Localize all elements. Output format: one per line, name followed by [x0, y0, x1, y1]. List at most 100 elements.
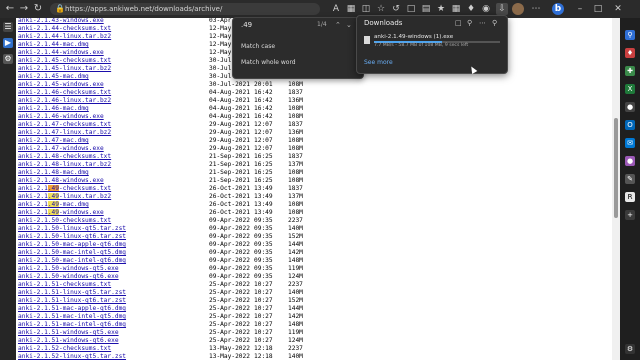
- open-folder-icon[interactable]: □: [455, 19, 462, 27]
- file-link[interactable]: anki-2.1.50-checksums.txt: [18, 217, 111, 225]
- file-link[interactable]: anki-2.1.45-mac.dmg: [18, 73, 89, 81]
- file-link[interactable]: anki-2.1.50-mac-intel-qt5.dmg: [18, 249, 126, 257]
- file-link[interactable]: anki-2.1.45-checksums.txt: [18, 57, 111, 65]
- favorite-star-icon[interactable]: ☆: [375, 3, 387, 15]
- tab-anki-icon[interactable]: ▶: [3, 38, 13, 48]
- file-link[interactable]: anki-2.1.52-linux-qt5.tar.zst: [18, 353, 126, 360]
- back-icon[interactable]: ←: [4, 3, 16, 15]
- file-link[interactable]: anki-2.1.48-linux.tar.bz2: [18, 161, 111, 169]
- file-link[interactable]: anki-2.1.43-windows.exe: [18, 18, 104, 25]
- find-previous-icon[interactable]: ⌃: [335, 21, 341, 29]
- file-link[interactable]: anki-2.1.49-mac.dmg: [18, 201, 89, 209]
- file-link[interactable]: anki-2.1.48-windows.exe: [18, 177, 104, 185]
- extension-icon[interactable]: ♦: [465, 3, 477, 15]
- file-link[interactable]: anki-2.1.51-linux-qt5.tar.zst: [18, 289, 126, 297]
- file-link[interactable]: anki-2.1.47-checksums.txt: [18, 121, 111, 129]
- file-row: anki-2.1.50-mac-apple-qt6.dmg 09-Apr-2022…: [16, 241, 612, 249]
- office-icon[interactable]: O: [625, 120, 635, 130]
- file-link[interactable]: anki-2.1.50-mac-intel-qt6.dmg: [18, 257, 126, 265]
- file-link[interactable]: anki-2.1.49-windows.exe: [18, 209, 104, 217]
- tab-strip-toggle-icon[interactable]: ☰: [3, 22, 13, 32]
- sidebar-settings-icon[interactable]: ⚙: [625, 344, 635, 354]
- file-link[interactable]: anki-2.1.51-mac-intel-qt5.dmg: [18, 313, 126, 321]
- collections-folder-icon[interactable]: ▦: [450, 3, 462, 15]
- file-link[interactable]: anki-2.1.52-checksums.txt: [18, 345, 111, 353]
- file-link[interactable]: anki-2.1.49-checksums.txt: [18, 185, 111, 193]
- file-link[interactable]: anki-2.1.48-mac.dmg: [18, 169, 89, 177]
- find-next-icon[interactable]: ⌄: [346, 21, 352, 29]
- file-link[interactable]: anki-2.1.51-checksums.txt: [18, 281, 111, 289]
- close-icon[interactable]: ✕: [612, 3, 624, 15]
- add-app-icon[interactable]: +: [625, 210, 635, 220]
- shopping-icon[interactable]: ♦: [625, 48, 635, 58]
- refresh-ext-icon[interactable]: ↺: [390, 3, 402, 15]
- maximize-icon[interactable]: □: [592, 3, 604, 15]
- search-icon[interactable]: ⚲: [625, 30, 635, 40]
- downloads-icon[interactable]: ⇩: [496, 3, 508, 15]
- file-link[interactable]: anki-2.1.44-checksums.txt: [18, 25, 111, 33]
- download-file-name[interactable]: anki-2.1.49-windows (1).exe: [374, 34, 453, 40]
- file-size: 1837: [288, 121, 303, 128]
- file-link[interactable]: anki-2.1.47-windows.exe: [18, 145, 104, 153]
- notes-icon[interactable]: ✎: [625, 174, 635, 184]
- see-more-link[interactable]: See more: [364, 59, 393, 66]
- file-link[interactable]: anki-2.1.51-linux-qt6.tar.zst: [18, 297, 126, 305]
- split-screen-icon[interactable]: ◫: [360, 3, 372, 15]
- file-link[interactable]: anki-2.1.47-mac.dmg: [18, 137, 89, 145]
- file-link[interactable]: anki-2.1.50-mac-apple-qt6.dmg: [18, 241, 126, 249]
- file-link[interactable]: anki-2.1.50-linux-qt6.tar.zst: [18, 233, 126, 241]
- outlook-icon[interactable]: ✉: [625, 138, 635, 148]
- file-link[interactable]: anki-2.1.46-checksums.txt: [18, 89, 111, 97]
- find-input[interactable]: .49: [241, 21, 252, 29]
- favorites-icon[interactable]: ★: [435, 3, 447, 15]
- file-link[interactable]: anki-2.1.49-linux.tar.bz2: [18, 193, 111, 201]
- more-options-icon[interactable]: ⋯: [479, 19, 486, 27]
- downloads-panel: Downloads □ ⚲ ⋯ ⚲ anki-2.1.49-windows (1…: [356, 15, 508, 74]
- file-link[interactable]: anki-2.1.51-windows-qt6.exe: [18, 337, 119, 345]
- scrollbar-thumb[interactable]: [614, 118, 618, 218]
- drop-icon[interactable]: ●: [625, 156, 635, 166]
- file-date: 26-Oct-2021: [209, 185, 250, 192]
- file-link[interactable]: anki-2.1.48-checksums.txt: [18, 153, 111, 161]
- file-link[interactable]: anki-2.1.46-mac.dmg: [18, 105, 89, 113]
- file-link[interactable]: anki-2.1.44-windows.exe: [18, 49, 104, 57]
- pin-icon[interactable]: ⚲: [492, 19, 497, 27]
- file-link[interactable]: anki-2.1.44-mac.dmg: [18, 41, 89, 49]
- forward-icon[interactable]: →: [18, 3, 30, 15]
- file-link[interactable]: anki-2.1.45-linux.tar.bz2: [18, 65, 111, 73]
- file-link[interactable]: anki-2.1.50-linux-qt5.tar.zst: [18, 225, 126, 233]
- file-link[interactable]: anki-2.1.50-windows-qt5.exe: [18, 265, 119, 273]
- tab-actions-icon[interactable]: ▤: [420, 3, 432, 15]
- refresh-icon[interactable]: ↻: [32, 3, 44, 15]
- minimize-icon[interactable]: –: [574, 3, 586, 15]
- match-whole-word-option[interactable]: Match whole word: [241, 59, 296, 66]
- games-icon[interactable]: ●: [625, 102, 635, 112]
- copilot-icon[interactable]: ◉: [480, 3, 492, 15]
- collections-icon[interactable]: □: [405, 3, 417, 15]
- more-menu-icon[interactable]: ⋯: [530, 3, 542, 15]
- tools-icon[interactable]: ✚: [625, 66, 635, 76]
- file-row: anki-2.1.48-mac.dmg 21-Sep-2021 16:25 108M: [16, 169, 612, 177]
- bing-icon[interactable]: b: [552, 3, 564, 15]
- file-link[interactable]: anki-2.1.47-linux.tar.bz2: [18, 129, 111, 137]
- excel-icon[interactable]: X: [625, 84, 635, 94]
- read-aloud-icon[interactable]: A: [330, 3, 342, 15]
- file-link[interactable]: anki-2.1.50-windows-qt6.exe: [18, 273, 119, 281]
- match-case-option[interactable]: Match case: [241, 43, 275, 50]
- search-downloads-icon[interactable]: ⚲: [467, 19, 472, 27]
- address-bar[interactable]: 🔒 https://apps.ankiweb.net/downloads/arc…: [50, 3, 320, 15]
- file-link[interactable]: anki-2.1.51-mac-intel-qt6.dmg: [18, 321, 126, 329]
- file-link[interactable]: anki-2.1.45-windows.exe: [18, 81, 104, 89]
- file-link[interactable]: anki-2.1.51-windows-qt5.exe: [18, 329, 119, 337]
- file-link[interactable]: anki-2.1.51-mac-apple-qt6.dmg: [18, 305, 126, 313]
- tab-secondary-icon[interactable]: ⚙: [3, 54, 13, 64]
- vertical-scrollbar[interactable]: [612, 18, 620, 360]
- file-link[interactable]: anki-2.1.46-linux.tar.bz2: [18, 97, 111, 105]
- file-link[interactable]: anki-2.1.46-windows.exe: [18, 113, 104, 121]
- reader-icon[interactable]: R: [625, 192, 635, 202]
- file-link[interactable]: anki-2.1.44-linux.tar.bz2: [18, 33, 111, 41]
- avatar[interactable]: [512, 3, 524, 15]
- file-date: 21-Sep-2021: [209, 153, 250, 160]
- extensions-icon[interactable]: ▦: [345, 3, 357, 15]
- file-date: 25-Apr-2022: [209, 281, 250, 288]
